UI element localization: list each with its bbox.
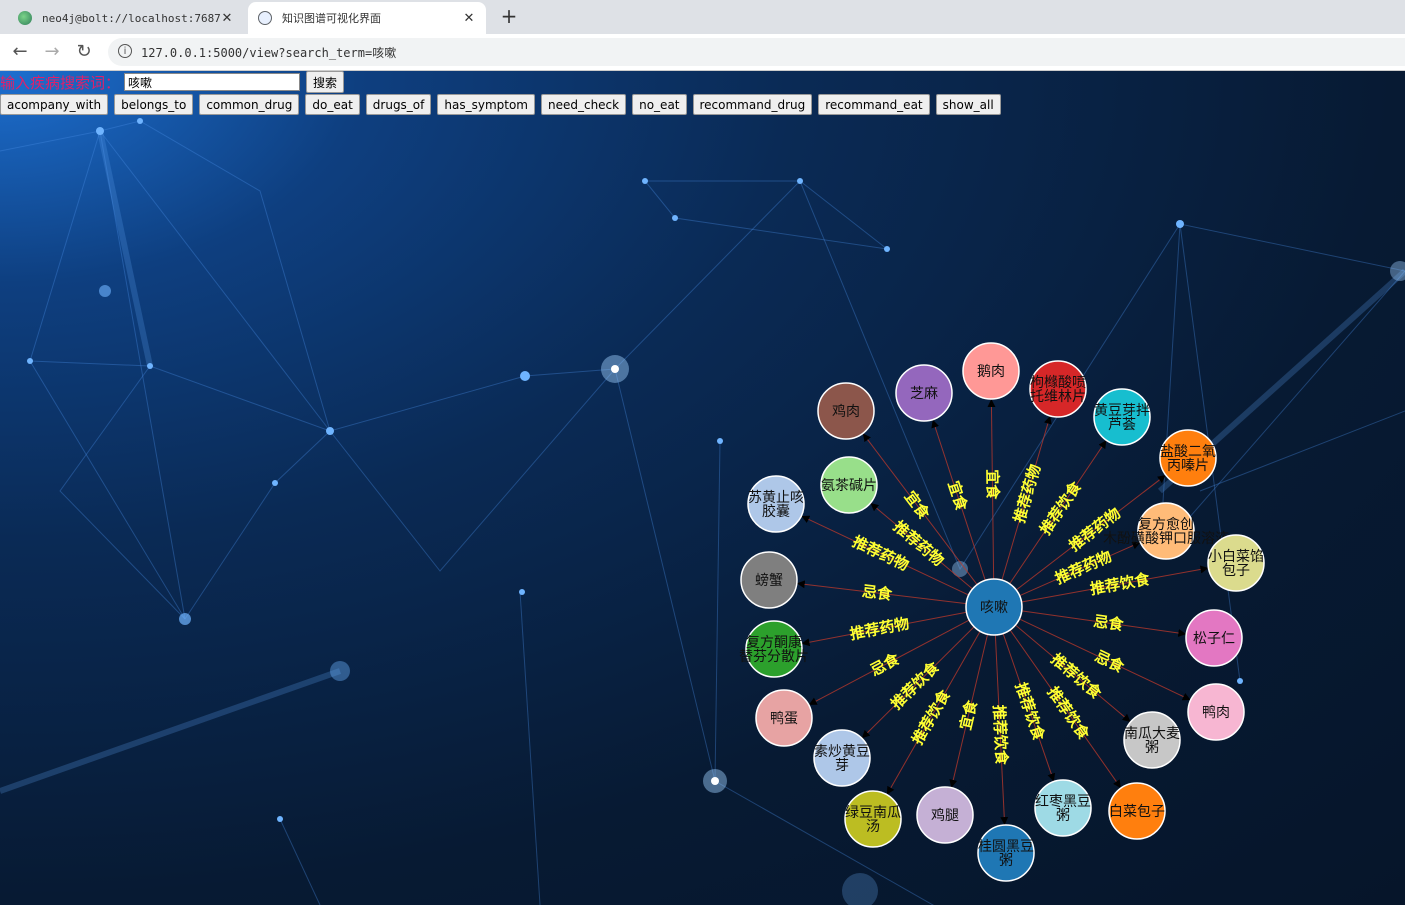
search-form: 输入疾病搜索词： 搜索 (0, 71, 345, 93)
node-label: 芝麻 (910, 386, 938, 402)
graph-node[interactable]: 盐酸二氧丙嗪片 (1159, 429, 1217, 487)
relation-button-has-symptom[interactable]: has_symptom (437, 94, 535, 115)
relation-button-acompany-with[interactable]: acompany_with (0, 94, 109, 115)
graph-node[interactable]: 黄豆芽拌芦荟 (1093, 388, 1151, 446)
new-tab-icon[interactable]: + (498, 5, 520, 27)
node-label: 白菜包子 (1109, 804, 1165, 820)
edge-label: 推荐药物 (1010, 462, 1044, 525)
node-label: 包子 (1222, 563, 1250, 579)
edge-label: 推荐饮食 (990, 705, 1011, 767)
graph-node[interactable]: 芝麻 (895, 364, 953, 422)
relation-button-no-eat[interactable]: no_eat (632, 94, 687, 115)
node-label: 汤 (866, 819, 880, 835)
search-label: 输入疾病搜索词： (0, 73, 121, 92)
graph-node[interactable]: 枸橼酸喷托维林片 (1029, 360, 1087, 418)
node-label: 鸡腿 (931, 807, 959, 824)
relation-button-belongs-to[interactable]: belongs_to (114, 94, 194, 115)
node-label: 胶囊 (762, 503, 790, 520)
browser-toolbar: ← → ↻ i 127.0.0.1:5000/view?search_term=… (0, 34, 1405, 71)
graph-node[interactable]: 红枣黑豆粥 (1034, 779, 1092, 837)
graph-node[interactable]: 鸭蛋 (755, 689, 813, 747)
node-label: 松子仁 (1193, 631, 1235, 647)
relation-button-drugs-of[interactable]: drugs_of (365, 94, 432, 115)
graph-node[interactable]: 南瓜大麦粥 (1123, 711, 1181, 769)
node-label: 芦荟 (1108, 416, 1136, 433)
node-label: 鹅肉 (977, 363, 1005, 380)
close-tab-icon[interactable]: ✕ (462, 11, 476, 26)
browser-tab-graph[interactable]: 知识图谱可视化界面 ✕ (248, 2, 486, 34)
node-label: 鸭肉 (1202, 705, 1230, 721)
node-label: 螃蟹 (755, 572, 783, 589)
graph-node[interactable]: 松子仁 (1185, 609, 1243, 667)
edge-label: 推荐饮食 (1089, 570, 1152, 599)
forward-arrow-icon[interactable]: → (40, 40, 64, 64)
relation-filter-bar: acompany_with belongs_to common_drug do_eat… (0, 94, 1007, 115)
page-content: 宜食 宜食 宜食 推荐药物 推荐饮食 推荐药物 推荐药物 推荐饮食 忌食 忌食 推荐饮食 推荐饮食 推荐… (0, 71, 1405, 905)
edge-label: 宜食 (901, 488, 934, 524)
graph-node-center[interactable]: 咳嗽 (965, 578, 1023, 636)
graph-node[interactable]: 桂圆黑豆粥 (977, 824, 1035, 882)
node-label: 木酚磺酸钾口服溶液 (1103, 531, 1229, 547)
site-info-icon[interactable]: i (118, 44, 132, 58)
edge-label: 推荐饮食 (1012, 680, 1049, 744)
edge-label: 推荐饮食 (1036, 477, 1085, 538)
edge-label: 宜食 (956, 698, 981, 732)
node-label: 鸡肉 (832, 403, 860, 420)
graph-node[interactable]: 小白菜馅包子 (1207, 534, 1265, 592)
node-label: 替芬分散片 (739, 649, 809, 665)
node-label: 粥 (1145, 739, 1159, 756)
relation-button-recommand-eat[interactable]: recommand_eat (818, 94, 930, 115)
relation-button-need-check[interactable]: need_check (540, 94, 627, 115)
edge-label: 忌食 (1092, 612, 1125, 634)
edge-label: 宜食 (983, 469, 1001, 500)
edge-label: 忌食 (861, 582, 894, 604)
graph-node[interactable]: 鸭肉 (1187, 683, 1245, 741)
node-label: 鸭蛋 (770, 711, 798, 727)
edge-label: 推荐药物 (1066, 504, 1125, 555)
globe-favicon-icon (258, 11, 272, 25)
node-label: 芽 (835, 758, 849, 774)
node-label: 托维林片 (1030, 389, 1086, 405)
close-tab-icon[interactable]: ✕ (220, 11, 234, 26)
tab-bar: neo4j@bolt://localhost:7687 - ✕ 知识图谱可视化界… (0, 0, 1405, 34)
search-button[interactable]: 搜索 (306, 71, 345, 93)
graph-node[interactable]: 氨茶碱片 (820, 456, 878, 514)
node-label: 粥 (999, 852, 1013, 869)
graph-node[interactable]: 苏黄止咳胶囊 (747, 475, 805, 533)
relation-button-show-all[interactable]: show_all (935, 94, 1001, 115)
edge-label: 忌食 (867, 649, 903, 679)
node-label: 粥 (1056, 807, 1070, 824)
neo4j-favicon-icon (18, 11, 32, 25)
graph-node[interactable]: 绿豆南瓜汤 (844, 790, 902, 848)
graph-node[interactable]: 鸡肉 (817, 382, 875, 440)
search-input[interactable] (124, 73, 301, 91)
back-arrow-icon[interactable]: ← (8, 40, 32, 64)
graph-node[interactable]: 螃蟹 (740, 551, 798, 609)
relation-button-do-eat[interactable]: do_eat (305, 94, 360, 115)
edge-label: 忌食 (1092, 647, 1128, 677)
edge-label: 宜食 (944, 479, 971, 514)
relation-button-common-drug[interactable]: common_drug (199, 94, 300, 115)
node-label: 氨茶碱片 (821, 478, 877, 494)
reload-icon[interactable]: ↻ (72, 40, 96, 64)
graph-node[interactable]: 复方酮康替芬分散片 (739, 620, 809, 678)
url-text: 127.0.0.1:5000/view?search_term=咳嗽 (141, 46, 397, 60)
graph-node[interactable]: 素炒黄豆芽 (813, 729, 871, 787)
tab-title: 知识图谱可视化界面 (282, 12, 381, 25)
relation-button-recommand-drug[interactable]: recommand_drug (692, 94, 813, 115)
graph-node[interactable]: 鸡腿 (916, 786, 974, 844)
node-label: 咳嗽 (980, 600, 1008, 616)
browser-tab-neo4j[interactable]: neo4j@bolt://localhost:7687 - ✕ (8, 2, 244, 34)
tab-title: neo4j@bolt://localhost:7687 - (42, 11, 220, 25)
edge-label: 推荐药物 (848, 614, 910, 643)
knowledge-graph[interactable]: 宜食 宜食 宜食 推荐药物推荐饮食推荐药物推荐药物推荐饮食忌食忌食推荐饮食推荐饮食推荐… (0, 71, 1405, 905)
node-label: 丙嗪片 (1167, 458, 1209, 474)
graph-node[interactable]: 鹅肉 (962, 342, 1020, 400)
graph-node[interactable]: 白菜包子 (1108, 782, 1166, 840)
address-bar[interactable]: i 127.0.0.1:5000/view?search_term=咳嗽 (108, 38, 1405, 66)
